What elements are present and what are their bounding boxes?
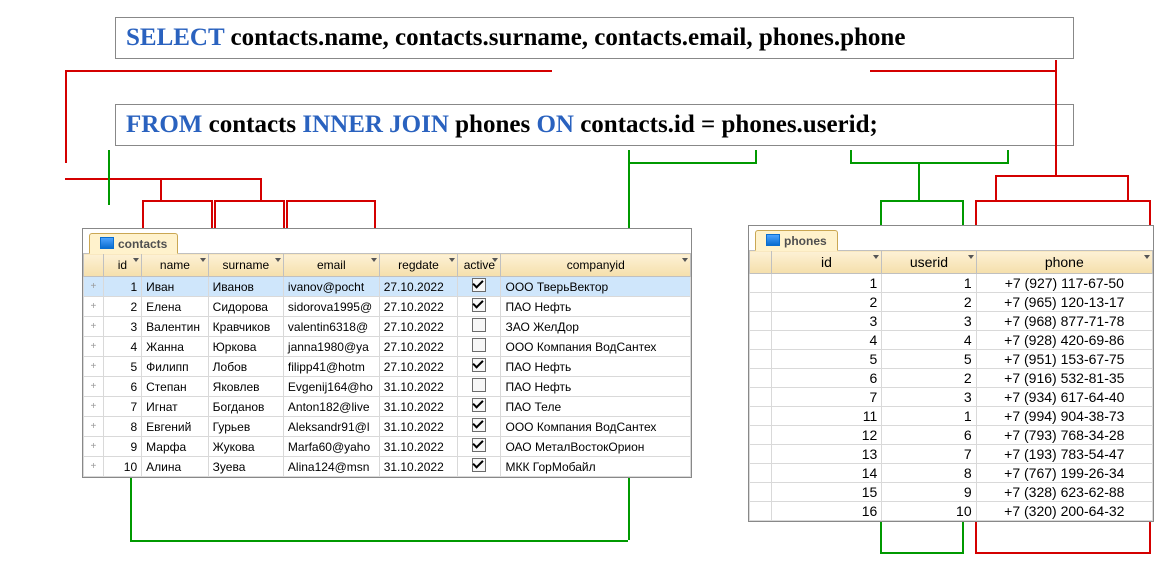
checkbox[interactable] (472, 458, 486, 472)
col-active[interactable]: active (458, 254, 501, 277)
checkbox[interactable] (472, 418, 486, 432)
col-name[interactable]: name (142, 254, 209, 277)
col-surname[interactable]: surname (208, 254, 283, 277)
connector-on-h (130, 540, 628, 542)
checkbox[interactable] (472, 398, 486, 412)
checkbox[interactable] (472, 378, 486, 392)
table-row[interactable]: +9МарфаЖуковаMarfa60@yaho31.10.2022ОАО М… (84, 437, 691, 457)
connector-on-up (130, 472, 132, 540)
sql-select-line: SELECT contacts.name, contacts.surname, … (115, 17, 1074, 59)
connector-phone-fan (995, 175, 1129, 202)
from-tbl: contacts (202, 111, 302, 138)
col-phone[interactable]: phone (976, 251, 1152, 274)
connector-userid-v (918, 162, 920, 200)
connector-select-cols-v (65, 85, 67, 163)
col-regdate[interactable]: regdate (379, 254, 458, 277)
table-row[interactable]: 33+7 (968) 877-71-78 (750, 312, 1153, 331)
connector-phone-v (1055, 60, 1057, 160)
checkbox[interactable] (472, 298, 486, 312)
connector-select-cols-bot (65, 163, 260, 180)
checkbox[interactable] (472, 358, 486, 372)
col-companyid[interactable]: companyid (501, 254, 691, 277)
phones-window: phones iduseridphone 11+7 (927) 117-67-5… (748, 225, 1154, 522)
kw-select: SELECT (126, 24, 224, 51)
table-row[interactable]: +3ВалентинКравчиковvalentin6318@27.10.20… (84, 317, 691, 337)
table-row[interactable]: +8ЕвгенийГурьевAleksandr91@l31.10.2022ОО… (84, 417, 691, 437)
phones-tab[interactable]: phones (755, 230, 838, 251)
connector-phone-top (870, 60, 1055, 72)
checkbox[interactable] (472, 278, 486, 292)
table-icon (100, 237, 114, 249)
checkbox[interactable] (472, 318, 486, 332)
kw-inner-join: INNER JOIN (302, 111, 449, 138)
col-userid[interactable]: userid (882, 251, 976, 274)
phones-tab-label: phones (784, 234, 827, 248)
connector-select-cols-v2 (160, 178, 162, 200)
connector-select-cols-v3 (260, 178, 262, 200)
table-row[interactable]: 137+7 (193) 783-54-47 (750, 445, 1153, 464)
table-row[interactable]: +4ЖаннаЮрковаjanna1980@ya27.10.2022ООО К… (84, 337, 691, 357)
table-row[interactable]: 111+7 (994) 904-38-73 (750, 407, 1153, 426)
join-tbl: phones (449, 111, 537, 138)
table-row[interactable]: 159+7 (328) 623-62-88 (750, 483, 1153, 502)
kw-from: FROM (126, 111, 202, 138)
table-row[interactable]: +2ЕленаСидороваsidorova1995@27.10.2022ПА… (84, 297, 691, 317)
table-row[interactable]: +1ИванИвановivanov@pocht27.10.2022ООО Тв… (84, 277, 691, 297)
table-row[interactable]: 1610+7 (320) 200-64-32 (750, 502, 1153, 521)
connector-from-contacts-v (108, 150, 110, 195)
connector-on-down1 (628, 150, 757, 164)
connector-from-contacts-h (108, 195, 124, 205)
table-row[interactable]: +10АлинаЗуеваAlina124@msn31.10.2022МКК Г… (84, 457, 691, 477)
table-row[interactable]: 55+7 (951) 153-67-75 (750, 350, 1153, 369)
col-email[interactable]: email (283, 254, 379, 277)
table-row[interactable]: 44+7 (928) 420-69-86 (750, 331, 1153, 350)
sql-from-line: FROM contacts INNER JOIN phones ON conta… (115, 104, 1074, 146)
col-id[interactable]: id (103, 254, 141, 277)
table-row[interactable]: 62+7 (916) 532-81-35 (750, 369, 1153, 388)
select-cols: contacts.name, contacts.surname, contact… (224, 24, 905, 51)
table-row[interactable]: +6СтепанЯковлевEvgenij164@ho31.10.2022ПА… (84, 377, 691, 397)
contacts-window: contacts idnamesurnameemailregdateactive… (82, 228, 692, 478)
table-row[interactable]: 11+7 (927) 117-67-50 (750, 274, 1153, 293)
phones-grid: iduseridphone 11+7 (927) 117-67-50 22+7 … (749, 250, 1153, 521)
checkbox[interactable] (472, 338, 486, 352)
contacts-tab[interactable]: contacts (89, 233, 178, 254)
table-icon (766, 234, 780, 246)
table-row[interactable]: +7ИгнатБогдановAnton182@live31.10.2022ПА… (84, 397, 691, 417)
kw-on: ON (536, 111, 574, 138)
checkbox[interactable] (472, 438, 486, 452)
contacts-grid: idnamesurnameemailregdateactivecompanyid… (83, 253, 691, 477)
table-row[interactable]: +5ФилиппЛобовfilipp41@hotm27.10.2022ПАО … (84, 357, 691, 377)
table-row[interactable]: 73+7 (934) 617-64-40 (750, 388, 1153, 407)
contacts-tab-label: contacts (118, 237, 167, 251)
connector-userid-top (850, 150, 1009, 164)
table-row[interactable]: 126+7 (793) 768-34-28 (750, 426, 1153, 445)
table-row[interactable]: 148+7 (767) 199-26-34 (750, 464, 1153, 483)
connector-select-cols-top (65, 70, 552, 87)
on-cond: contacts.id = phones.userid; (574, 111, 878, 138)
col-id[interactable]: id (771, 251, 882, 274)
table-row[interactable]: 22+7 (965) 120-13-17 (750, 293, 1153, 312)
